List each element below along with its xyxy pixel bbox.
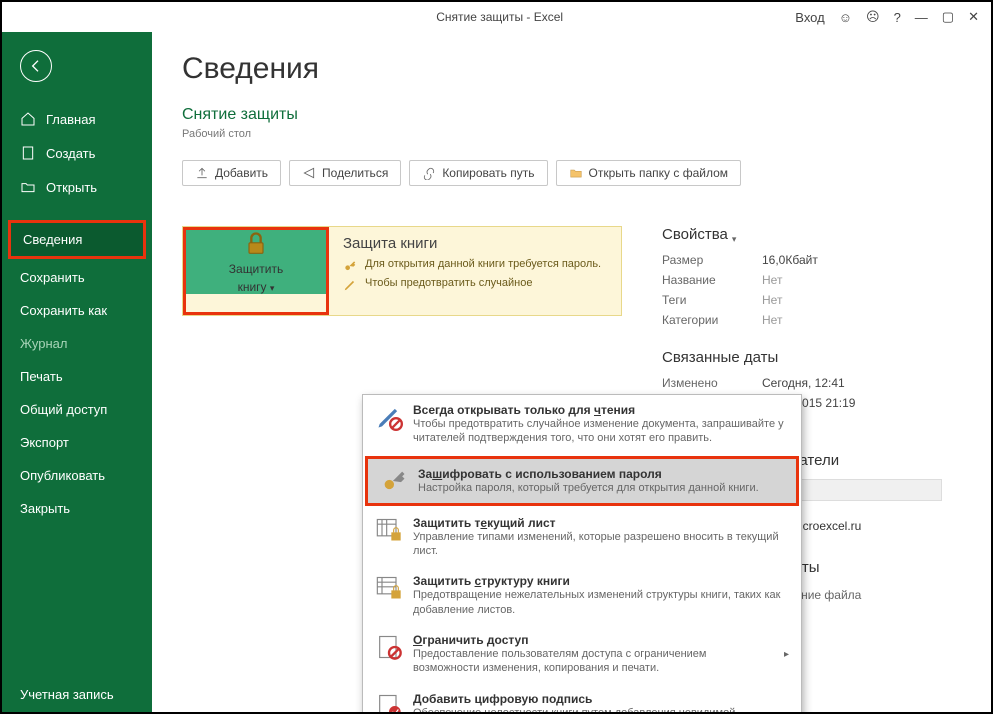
chevron-right-icon: ▸ [784,649,789,660]
dd-title: Защитить структуру книги [413,574,789,588]
close-icon[interactable]: ✕ [968,9,979,25]
dropdown-item-readonly[interactable]: Всегда открывать только для чтенияЧтобы … [363,395,801,454]
encrypt-icon [380,467,408,495]
dropdown-item-signature[interactable]: Добавить цифровую подписьОбеспечение цел… [363,684,801,712]
new-icon [20,145,36,161]
open-icon [20,179,36,195]
protect-workbook-button[interactable]: Защитить книгу ▾ [186,230,326,294]
sidebar-label: Создать [46,146,95,161]
dates-title: Связанные даты [662,349,961,366]
sidebar-item-publish[interactable]: Опубликовать [2,459,152,492]
maximize-icon[interactable]: ▢ [942,9,954,25]
share-button[interactable]: Поделиться [289,160,401,186]
sheet-lock-icon [375,516,403,544]
upload-button[interactable]: Добавить [182,160,281,186]
dropdown-item-protect-structure[interactable]: Защитить структуру книгиПредотвращение н… [363,566,801,625]
restrict-icon [375,633,403,661]
sidebar-item-new[interactable]: Создать [2,136,152,170]
sidebar-item-open[interactable]: Открыть [2,170,152,204]
protect-workbook-card: Защитить книгу ▾ Защита книги Для открыт… [182,226,622,316]
lock-icon [242,230,270,258]
protect-title: Защита книги [343,235,607,252]
share-icon [302,166,316,180]
titlebar: Снятие защиты - Excel Вход ☺ ☹ ? — ▢ ✕ [2,2,991,32]
file-path: Рабочий стол [182,128,961,140]
sidebar-item-history[interactable]: Журнал [2,327,152,360]
sidebar-item-close[interactable]: Закрыть [2,492,152,525]
copy-path-button[interactable]: Копировать путь [409,160,547,186]
sidebar-label: Закрыть [20,501,70,516]
sidebar-item-home[interactable]: Главная [2,102,152,136]
sidebar-label: Сведения [23,232,82,247]
sidebar-label: Журнал [20,336,67,351]
upload-icon [195,166,209,180]
open-folder-button[interactable]: Открыть папку с файлом [556,160,742,186]
sidebar-label: Сохранить как [20,303,107,318]
sidebar-label: Печать [20,369,63,384]
backstage-sidebar: Главная Создать Открыть Сведения Сохрани… [2,32,152,712]
sidebar-item-save[interactable]: Сохранить [2,261,152,294]
chevron-down-icon[interactable]: ▾ [732,234,737,245]
dropdown-item-encrypt[interactable]: Зашифровать с использованием пароляНастр… [365,456,799,506]
sidebar-item-share[interactable]: Общий доступ [2,393,152,426]
sidebar-label: Опубликовать [20,468,105,483]
backstage-content: Сведения Снятие защиты Рабочий стол Доба… [152,32,991,712]
structure-lock-icon [375,574,403,602]
dropdown-item-restrict[interactable]: Ограничить доступПредоставление пользова… [363,625,801,684]
chevron-down-icon: ▾ [270,283,275,293]
readonly-icon [375,403,403,431]
sidebar-label: Экспорт [20,435,69,450]
sidebar-label: Сохранить [20,270,85,285]
sidebar-label: Общий доступ [20,402,107,417]
properties-title[interactable]: Свойства [662,226,728,243]
sidebar-item-print[interactable]: Печать [2,360,152,393]
sidebar-item-info-highlight: Сведения [8,220,146,259]
pencil-icon [343,278,357,292]
login-link[interactable]: Вход [795,10,824,25]
sidebar-label: Открыть [46,180,97,195]
sidebar-item-account[interactable]: Учетная запись [2,678,152,712]
home-icon [20,111,36,127]
sidebar-label: Учетная запись [20,687,114,702]
sidebar-item-export[interactable]: Экспорт [2,426,152,459]
key-icon [343,259,357,273]
dd-title: Зашифровать с использованием пароля [418,467,784,481]
minimize-icon[interactable]: — [915,10,928,25]
sidebar-item-saveas[interactable]: Сохранить как [2,294,152,327]
link-icon [422,166,436,180]
dropdown-item-protect-sheet[interactable]: Защитить текущий листУправление типами и… [363,508,801,567]
sad-icon[interactable]: ☹ [866,9,880,25]
protect-workbook-dropdown: Всегда открывать только для чтенияЧтобы … [362,394,802,712]
window-title: Снятие защиты - Excel [204,10,795,24]
file-name: Снятие защиты [182,106,961,124]
smile-icon[interactable]: ☺ [839,10,852,25]
sidebar-label: Главная [46,112,95,127]
dd-title: Защитить текущий лист [413,516,789,530]
dd-title: Ограничить доступ [413,633,774,647]
back-button[interactable] [20,50,52,82]
help-icon[interactable]: ? [894,10,901,25]
sidebar-item-info[interactable]: Сведения [11,223,143,256]
page-title: Сведения [182,52,961,86]
dd-title: Добавить цифровую подпись [413,692,789,706]
dd-title: Всегда открывать только для чтения [413,403,789,417]
signature-icon [375,692,403,712]
folder-icon [569,166,583,180]
